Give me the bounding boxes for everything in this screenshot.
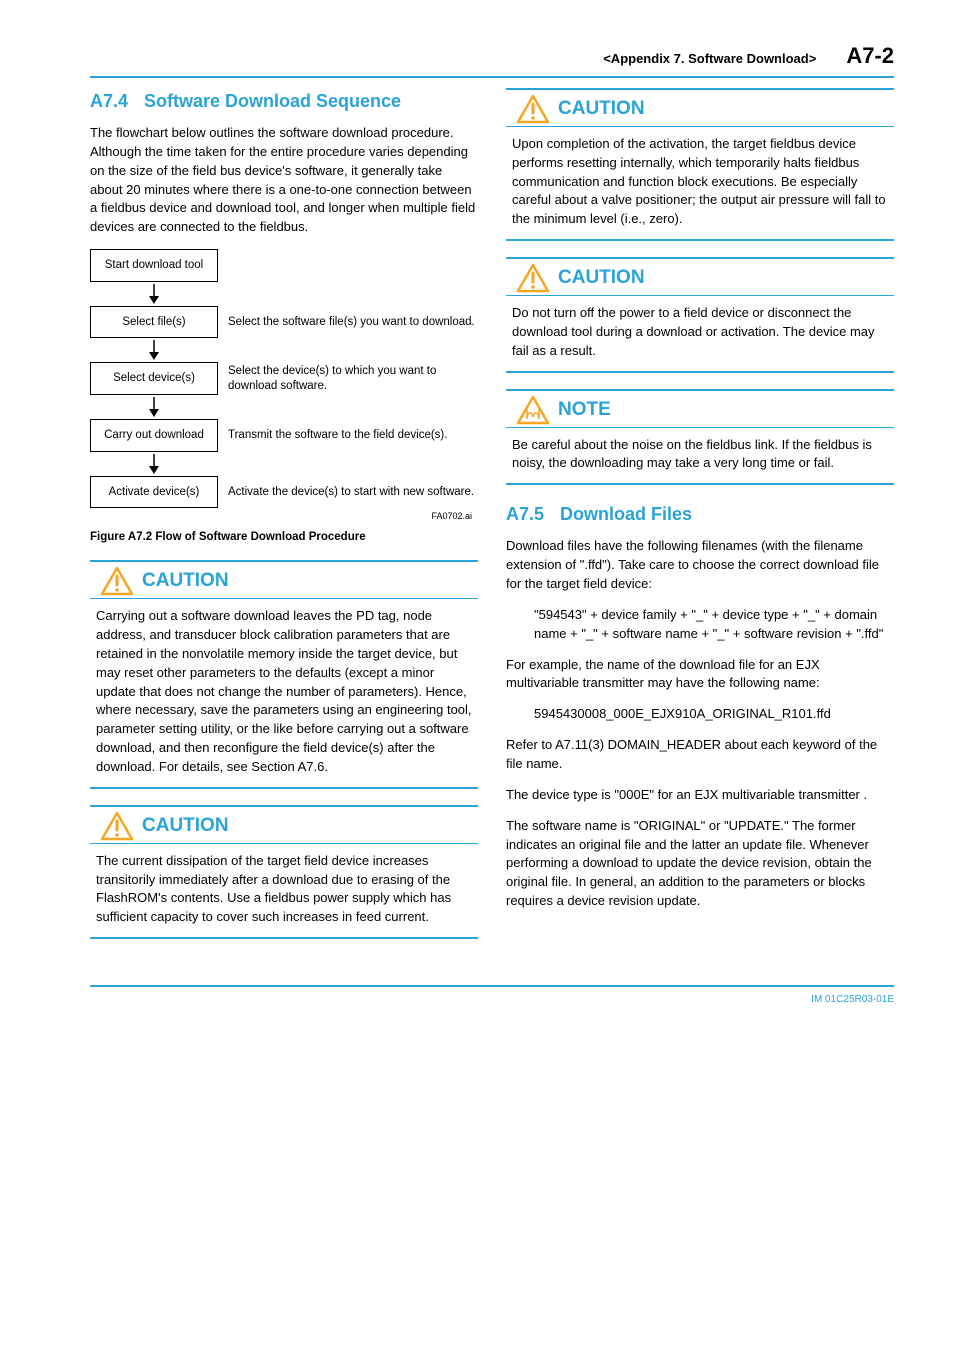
caution-body: Carrying out a software download leaves … [90, 599, 478, 787]
figure-caption: Figure A7.2 Flow of Software Download Pr… [90, 529, 478, 546]
footer-document-id: IM 01C25R03-01E [90, 993, 894, 1008]
caution-label: CAUTION [142, 567, 229, 595]
filename-pattern: "594543" + device family + "_" + device … [534, 606, 894, 644]
header-page-number: A7-2 [846, 40, 894, 72]
caution-body: The current dissipation of the target fi… [90, 844, 478, 937]
paragraph: Refer to A7.11(3) DOMAIN_HEADER about ea… [506, 736, 894, 774]
caution-box: CAUTION Upon completion of the activatio… [506, 88, 894, 241]
flow-desc: Select the device(s) to which you want t… [228, 364, 478, 394]
note-box: NOTE Be careful about the noise on the f… [506, 389, 894, 486]
right-column: CAUTION Upon completion of the activatio… [506, 88, 894, 955]
caution-icon [100, 811, 134, 841]
caution-icon [516, 263, 550, 293]
footer-rule [90, 985, 894, 987]
caution-box: CAUTION The current dissipation of the t… [90, 805, 478, 939]
flow-desc: Transmit the software to the field devic… [228, 428, 447, 443]
paragraph: The software name is "ORIGINAL" or "UPDA… [506, 817, 894, 911]
flow-box-select-devices: Select device(s) [90, 362, 218, 395]
section-number: A7.4 [90, 88, 144, 114]
section-number: A7.5 [506, 501, 560, 527]
section-a7-5-heading: A7.5 Download Files [506, 501, 894, 527]
section-title: Software Download Sequence [144, 88, 478, 114]
paragraph: Download files have the following filena… [506, 537, 894, 594]
page-header: <Appendix 7. Software Download> A7-2 [90, 40, 894, 78]
caution-body: Upon completion of the activation, the t… [506, 127, 894, 239]
caution-icon [100, 566, 134, 596]
flow-desc: Select the software file(s) you want to … [228, 315, 475, 330]
flow-desc: Activate the device(s) to start with new… [228, 485, 474, 500]
flow-arrow-icon [90, 338, 218, 362]
flowchart: Start download tool Select file(s) Selec… [90, 249, 478, 523]
flow-arrow-icon [90, 395, 218, 419]
filename-example: 5945430008_000E_EJX910A_ORIGINAL_R101.ff… [534, 705, 894, 724]
note-icon [516, 395, 550, 425]
flow-box-download: Carry out download [90, 419, 218, 452]
flow-arrow-icon [90, 282, 218, 306]
left-column: A7.4 Software Download Sequence The flow… [90, 88, 478, 955]
note-body: Be careful about the noise on the fieldb… [506, 428, 894, 484]
caution-icon [516, 94, 550, 124]
section-title: Download Files [560, 501, 894, 527]
caution-body: Do not turn off the power to a field dev… [506, 296, 894, 371]
header-title: <Appendix 7. Software Download> [603, 50, 816, 69]
caution-label: CAUTION [558, 95, 645, 123]
caution-box: CAUTION Do not turn off the power to a f… [506, 257, 894, 373]
flow-box-start: Start download tool [90, 249, 218, 282]
caution-label: CAUTION [558, 264, 645, 292]
flow-box-select-files: Select file(s) [90, 306, 218, 339]
paragraph: For example, the name of the download fi… [506, 656, 894, 694]
section-a7-4-heading: A7.4 Software Download Sequence [90, 88, 478, 114]
figure-id: FA0702.ai [90, 510, 478, 523]
flow-box-activate: Activate device(s) [90, 476, 218, 509]
note-label: NOTE [558, 396, 611, 424]
intro-paragraph: The flowchart below outlines the softwar… [90, 124, 478, 237]
caution-box: CAUTION Carrying out a software download… [90, 560, 478, 789]
paragraph: The device type is "000E" for an EJX mul… [506, 786, 894, 805]
caution-label: CAUTION [142, 812, 229, 840]
flow-arrow-icon [90, 452, 218, 476]
